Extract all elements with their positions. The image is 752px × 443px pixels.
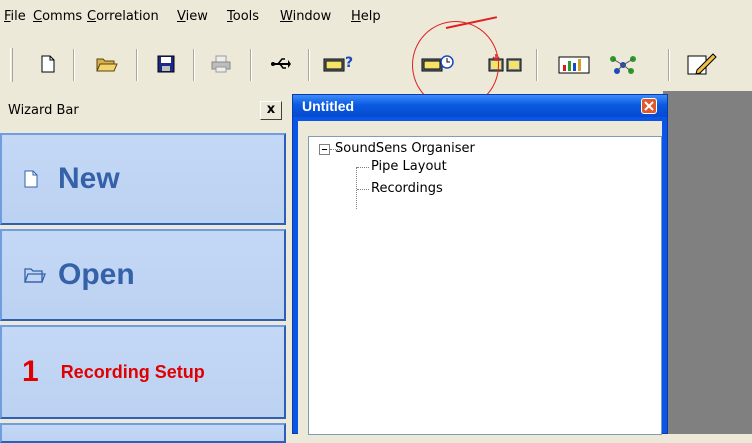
tree-node-pipe-layout[interactable]: Pipe Layout: [371, 159, 447, 175]
toolbar-separator: [250, 49, 252, 81]
tree-collapse-toggle[interactable]: [319, 144, 330, 155]
toolbar-separator: [136, 49, 138, 81]
toolbar-separator: [73, 49, 75, 81]
menu-help[interactable]: Help: [351, 9, 381, 25]
untitled-window-titlebar[interactable]: Untitled: [293, 95, 667, 117]
tree-connector: [357, 167, 369, 168]
untitled-window: Untitled SoundSens Organiser Pipe Layout…: [292, 94, 668, 435]
toolbar-separator: [536, 49, 538, 81]
print-icon[interactable]: [206, 49, 236, 79]
tree-root-node[interactable]: SoundSens Organiser: [335, 141, 475, 157]
organiser-tree[interactable]: SoundSens Organiser Pipe Layout Recordin…: [308, 136, 662, 435]
wizard-recording-setup-label: Recording Setup: [60, 361, 205, 382]
tree-node-recordings[interactable]: Recordings: [371, 181, 443, 197]
wizard-new-label: New: [58, 162, 120, 195]
toolbar-separator: [193, 49, 195, 81]
open-folder-icon[interactable]: [92, 49, 122, 79]
logger-schedule-icon[interactable]: [420, 49, 456, 79]
window-close-button[interactable]: [641, 98, 657, 114]
wizard-bar: Wizard Bar x New Open 1 Recording Setup: [0, 91, 288, 443]
menu-bar: File Comms Correlation View Tools Window…: [0, 0, 752, 34]
open-folder-icon: [24, 263, 46, 287]
new-document-icon: [24, 167, 46, 191]
menu-window[interactable]: Window: [280, 9, 331, 25]
logger-download-icon[interactable]: [487, 49, 523, 79]
menu-tools[interactable]: Tools: [227, 9, 259, 25]
wizard-open-label: Open: [58, 258, 135, 291]
tree-connector: [357, 189, 369, 190]
step-number: 1: [22, 355, 39, 388]
window-body: SoundSens Organiser Pipe Layout Recordin…: [298, 121, 662, 435]
window-title: Untitled: [302, 98, 355, 114]
usb-connect-icon[interactable]: [266, 49, 296, 79]
menu-correlation[interactable]: Correlation: [87, 9, 159, 25]
wizard-next-button[interactable]: [0, 423, 286, 443]
toolbar-grip[interactable]: [10, 48, 13, 82]
wizard-bar-header: Wizard Bar x: [8, 101, 284, 121]
close-icon: [644, 101, 654, 111]
wizard-recording-setup-button[interactable]: 1 Recording Setup: [0, 325, 286, 419]
logger-query-icon[interactable]: ?: [322, 49, 358, 79]
mdi-workspace: [663, 91, 752, 434]
svg-text:?: ?: [345, 55, 353, 71]
toolbar: ?: [0, 43, 752, 91]
correlation-chart-icon[interactable]: [556, 49, 592, 79]
wizard-close-button[interactable]: x: [260, 101, 282, 120]
toolbar-separator: [308, 49, 310, 81]
tree-connector: [356, 167, 357, 209]
menu-file[interactable]: File: [4, 9, 26, 25]
new-document-icon[interactable]: [33, 49, 63, 79]
edit-pencil-icon[interactable]: [684, 49, 720, 79]
wizard-bar-title: Wizard Bar: [8, 103, 79, 118]
menu-view[interactable]: View: [177, 9, 208, 25]
save-disk-icon[interactable]: [151, 49, 181, 79]
wizard-open-button[interactable]: Open: [0, 229, 286, 321]
network-map-icon[interactable]: [605, 49, 641, 79]
menu-comms[interactable]: Comms: [33, 9, 82, 25]
wizard-new-button[interactable]: New: [0, 133, 286, 225]
toolbar-separator: [668, 49, 670, 81]
